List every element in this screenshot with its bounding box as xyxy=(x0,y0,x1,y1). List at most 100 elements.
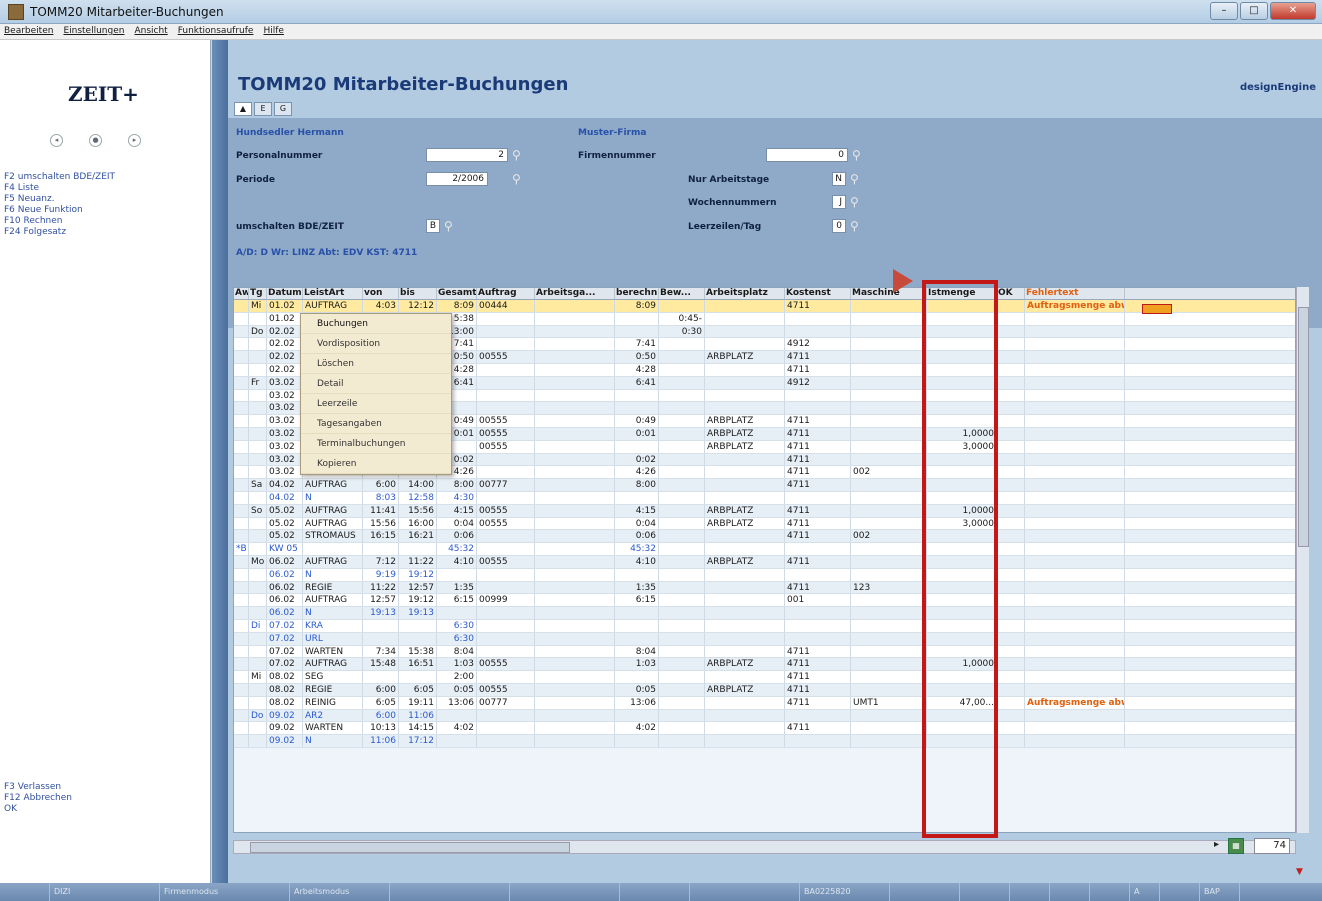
fkey-ok[interactable]: OK xyxy=(4,804,72,815)
context-menu-item[interactable]: Vordisposition xyxy=(301,334,451,354)
table-row[interactable]: 07.02 AUFTRAG 15:48 16:51 1:03 00555 1:03 ARBPL… xyxy=(234,658,1295,672)
leerzeilen-input[interactable]: 0 xyxy=(832,219,846,233)
lookup-key-icon[interactable]: ⚲ xyxy=(512,148,526,162)
fkey-f12[interactable]: F12 Abbrechen xyxy=(4,793,72,804)
lookup-key-icon[interactable]: ⚲ xyxy=(850,195,864,209)
context-menu-item[interactable]: Buchungen xyxy=(301,314,451,334)
tab-e[interactable]: E xyxy=(254,102,272,116)
tab-main[interactable]: ▲ xyxy=(234,102,252,116)
scroll-thumb[interactable] xyxy=(250,842,570,853)
table-row[interactable]: Di 07.02 KRA 6:30 xyxy=(234,619,1295,633)
column-header[interactable]: LeistArt xyxy=(303,288,363,299)
table-row[interactable]: 04.02 N 8:03 12:58 4:30 xyxy=(234,491,1295,505)
column-header[interactable]: Bew... xyxy=(659,288,705,299)
table-row[interactable]: 06.02 N 9:19 19:12 xyxy=(234,568,1295,582)
umschalten-input[interactable]: B xyxy=(426,219,440,233)
home-icon[interactable]: ● xyxy=(89,134,102,147)
menu-hilfe[interactable]: Hilfe xyxy=(263,24,283,39)
column-header[interactable]: Gesamt xyxy=(437,288,477,299)
table-row[interactable]: Do 09.02 AR2 6:00 11:06 xyxy=(234,709,1295,723)
table-row[interactable]: 08.02 REINIG 6:05 19:11 13:06 00777 13:06 4711 U… xyxy=(234,696,1295,710)
column-header[interactable]: bis xyxy=(399,288,437,299)
column-header[interactable]: Arbeitsga... xyxy=(535,288,615,299)
column-header[interactable]: Maschine xyxy=(851,288,927,299)
sidebar-splitter[interactable] xyxy=(212,40,228,883)
page-icon[interactable]: ▦ xyxy=(1228,838,1244,854)
table-cell xyxy=(1025,453,1125,466)
menu-einstellungen[interactable]: Einstellungen xyxy=(63,24,124,39)
lookup-key-icon[interactable]: ⚲ xyxy=(512,172,526,186)
column-header[interactable]: Kostenst xyxy=(785,288,851,299)
table-row[interactable]: 05.02 AUFTRAG 15:56 16:00 0:04 00555 0:04 ARBPL… xyxy=(234,517,1295,531)
column-header[interactable]: Datum xyxy=(267,288,303,299)
horizontal-scrollbar[interactable] xyxy=(233,840,1296,854)
table-row[interactable]: 06.02 REGIE 11:22 12:57 1:35 1:35 4711 123 xyxy=(234,581,1295,595)
column-header[interactable]: Arbeitsplatz xyxy=(705,288,785,299)
table-row[interactable]: 06.02 N 19:13 19:13 xyxy=(234,607,1295,620)
vertical-scrollbar[interactable] xyxy=(1296,287,1309,833)
table-cell: 4711 xyxy=(785,504,851,517)
forward-icon[interactable]: ▸ xyxy=(128,134,141,147)
lookup-key-icon[interactable]: ⚲ xyxy=(852,148,866,162)
lookup-key-icon[interactable]: ⚲ xyxy=(850,172,864,186)
fkey-f6[interactable]: F6 Neue Funktion xyxy=(4,205,115,216)
menu-ansicht[interactable]: Ansicht xyxy=(134,24,167,39)
fkey-f5[interactable]: F5 Neuanz. xyxy=(4,194,115,205)
table-row[interactable]: 07.02 URL 6:30 xyxy=(234,632,1295,646)
context-menu-item[interactable]: Terminalbuchungen xyxy=(301,434,451,454)
tab-g[interactable]: G xyxy=(274,102,292,116)
wochennummern-input[interactable]: J xyxy=(832,195,846,209)
table-row[interactable]: 09.02 N 11:06 17:12 xyxy=(234,735,1295,748)
table-row[interactable]: 07.02 WARTEN 7:34 15:38 8:04 8:04 4711 xyxy=(234,645,1295,659)
column-header[interactable]: Tg xyxy=(249,288,267,299)
fkey-f3[interactable]: F3 Verlassen xyxy=(4,782,72,793)
personalnummer-input[interactable]: 2 xyxy=(426,148,508,162)
play-icon[interactable]: ▸ xyxy=(1214,839,1219,850)
table-cell: 06.02 xyxy=(267,581,303,594)
table-cell: AR2 xyxy=(303,709,363,722)
table-row[interactable]: Mi 08.02 SEG 2:00 4711 xyxy=(234,671,1295,684)
arbeitstage-input[interactable]: N xyxy=(832,172,846,186)
minimize-icon[interactable]: – xyxy=(1210,2,1238,20)
fkey-f2[interactable]: F2 umschalten BDE/ZEIT xyxy=(4,172,115,183)
table-row[interactable]: 09.02 WARTEN 10:13 14:15 4:02 4:02 4711 xyxy=(234,722,1295,736)
employee-name-link[interactable]: Hundsedler Hermann xyxy=(236,128,344,138)
scroll-thumb[interactable] xyxy=(1298,307,1309,547)
fkey-f4[interactable]: F4 Liste xyxy=(4,183,115,194)
table-row[interactable]: 05.02 STROMAUS 16:15 16:21 0:06 0:06 4711 002 xyxy=(234,530,1295,544)
column-header[interactable]: OK xyxy=(997,288,1025,299)
table-row[interactable]: Mo 06.02 AUFTRAG 7:12 11:22 4:10 00555 4:10 ARBP… xyxy=(234,555,1295,569)
context-menu-item[interactable]: Löschen xyxy=(301,354,451,374)
firmennummer-input[interactable]: 0 xyxy=(766,148,848,162)
maximize-icon[interactable]: □ xyxy=(1240,2,1268,20)
lookup-key-icon[interactable]: ⚲ xyxy=(444,219,458,233)
table-cell xyxy=(1025,427,1125,440)
table-row[interactable]: Mi 01.02 AUFTRAG 4:03 12:12 8:09 00444 8:09 4711… xyxy=(234,300,1295,313)
column-header[interactable]: berechn xyxy=(615,288,659,299)
table-cell xyxy=(477,402,535,415)
column-header[interactable]: Aw xyxy=(234,288,249,299)
fkey-f24[interactable]: F24 Folgesatz xyxy=(4,227,115,238)
close-icon[interactable]: ✕ xyxy=(1270,2,1316,20)
column-header[interactable]: von xyxy=(363,288,399,299)
table-row[interactable]: So 05.02 AUFTRAG 11:41 15:56 4:15 00555 4:15 ARB… xyxy=(234,504,1295,518)
dropdown-icon[interactable]: ▼ xyxy=(1296,867,1303,877)
table-row[interactable]: Sa 04.02 AUFTRAG 6:00 14:00 8:00 00777 8:00 4711 xyxy=(234,479,1295,492)
company-name-link[interactable]: Muster-Firma xyxy=(578,128,646,138)
fkey-f10[interactable]: F10 Rechnen xyxy=(4,216,115,227)
lookup-key-icon[interactable]: ⚲ xyxy=(850,219,864,233)
table-row[interactable]: *B KW 05 45:32 45:32 xyxy=(234,543,1295,556)
context-menu-item[interactable]: Detail xyxy=(301,374,451,394)
context-menu-item[interactable]: Kopieren xyxy=(301,454,451,474)
context-menu-item[interactable]: Tagesangaben xyxy=(301,414,451,434)
column-header[interactable]: Auftrag xyxy=(477,288,535,299)
back-icon[interactable]: ◂ xyxy=(50,134,63,147)
context-menu-item[interactable]: Leerzeile xyxy=(301,394,451,414)
table-row[interactable]: 08.02 REGIE 6:00 6:05 0:05 00555 0:05 ARBPLATZ 4… xyxy=(234,683,1295,697)
menu-funktionsaufrufe[interactable]: Funktionsaufrufe xyxy=(178,24,254,39)
periode-input[interactable]: 2/2006 xyxy=(426,172,488,186)
column-header[interactable]: Fehlertext xyxy=(1025,288,1125,299)
table-row[interactable]: 06.02 AUFTRAG 12:57 19:12 6:15 00999 6:15 001 xyxy=(234,594,1295,608)
ok-flag[interactable] xyxy=(1142,304,1172,314)
menu-bearbeiten[interactable]: Bearbeiten xyxy=(4,24,53,39)
